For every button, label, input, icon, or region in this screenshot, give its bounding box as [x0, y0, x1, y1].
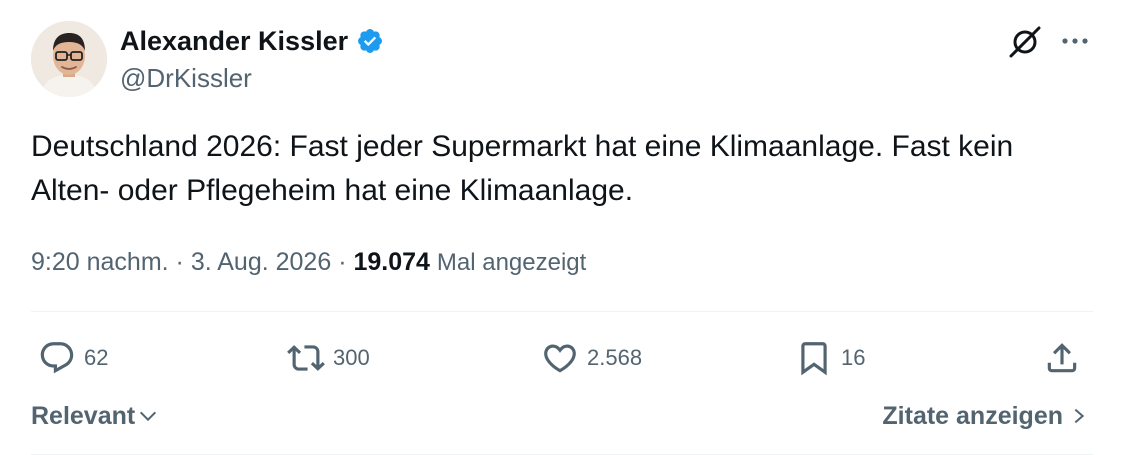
repost-count: 300 — [333, 345, 370, 370]
bookmark-button[interactable]: 16 — [795, 336, 865, 380]
sort-replies-dropdown[interactable]: Relevant — [31, 400, 159, 432]
view-quotes-link[interactable]: Zitate anzeigen — [882, 400, 1089, 432]
like-count: 2.568 — [587, 345, 643, 370]
reply-icon — [40, 342, 74, 374]
heart-icon — [544, 344, 576, 373]
person-avatar-icon — [31, 21, 107, 97]
bookmark-count: 16 — [841, 345, 866, 370]
sort-label: Relevant — [31, 402, 136, 430]
quotes-label: Zitate anzeigen — [882, 402, 1063, 430]
chevron-down-icon — [140, 411, 157, 422]
views-label: Mal angezeigt — [436, 249, 587, 276]
reply-button[interactable]: 62 — [38, 336, 108, 380]
meta-separator: · — [338, 248, 347, 276]
tweet-text: Deutschland 2026: Fast jeder Supermarkt … — [31, 130, 1014, 207]
grok-button[interactable] — [1006, 23, 1044, 61]
repost-icon — [287, 345, 325, 371]
chevron-right-icon — [1074, 408, 1085, 424]
action-bar: 62 300 2.568 16 — [0, 336, 1123, 380]
tweet-card: Alexander Kissler @DrKissler Deutschland… — [0, 0, 1123, 455]
tweet-meta: 9:20 nachm. · 3. Aug. 2026 · 19.074 Mal … — [31, 245, 586, 280]
bookmark-icon — [801, 342, 827, 376]
avatar[interactable] — [31, 21, 107, 97]
meta-separator: · — [175, 248, 184, 276]
more-button[interactable] — [1058, 26, 1092, 56]
user-handle[interactable]: @DrKissler — [120, 62, 252, 94]
share-icon — [1047, 343, 1077, 373]
author-name-row: Alexander Kissler — [120, 24, 384, 58]
like-button[interactable]: 2.568 — [541, 336, 642, 380]
more-icon — [1062, 38, 1088, 44]
views-count: 19.074 — [353, 248, 430, 276]
reply-count: 62 — [84, 345, 109, 370]
verified-badge-icon[interactable] — [356, 27, 384, 55]
divider — [31, 311, 1093, 312]
display-name[interactable]: Alexander Kissler — [120, 24, 348, 58]
tweet-date[interactable]: 3. Aug. 2026 — [191, 248, 331, 276]
tweet-time[interactable]: 9:20 nachm. — [31, 248, 169, 276]
repost-button[interactable]: 300 — [287, 336, 370, 380]
share-button[interactable] — [1043, 336, 1081, 380]
grok-icon — [1009, 26, 1041, 58]
